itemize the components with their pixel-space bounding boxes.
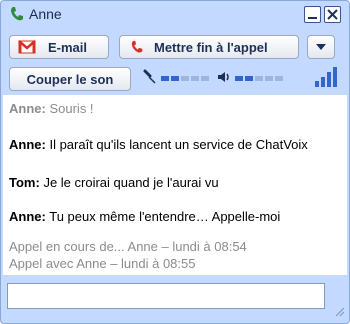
end-call-button-label: Mettre fin à l'appel [154,40,268,55]
call-toolbar: E-mail Mettre fin à l'appel Couper le so… [1,31,349,93]
level-segment [235,76,243,81]
minimize-icon [308,17,317,19]
level-segment [275,76,283,81]
title-bar[interactable]: Anne [1,1,349,29]
message-text: Souris ! [49,101,94,116]
email-button[interactable]: E-mail [9,35,109,59]
level-segment [191,76,199,81]
level-segment [201,76,209,81]
minimize-button[interactable] [304,6,321,23]
message-text: Il paraît qu'ils lancent un service de C… [49,137,308,152]
message-sender: Anne: [9,101,46,116]
signal-icon [315,67,337,87]
chat-message: Anne: Souris ! [9,101,94,116]
chat-window: Anne E-mail Mettre fin à l'appel Couper … [0,0,350,324]
message-compose-area [3,275,347,321]
call-status-line: Appel avec Anne – lundi à 08:55 [9,256,196,271]
message-text: Tu peux même l'entendre… Appelle-moi [49,209,281,224]
resize-grip-icon[interactable] [333,305,345,317]
call-status-line: Appel en cours de... Anne – lundi à 08:5… [9,239,247,254]
message-input[interactable] [7,283,325,309]
speaker-icon [218,72,229,82]
message-sender: Anne: [9,209,46,224]
chat-message: Anne: Tu peux même l'entendre… Appelle-m… [9,209,280,224]
level-segment [265,76,273,81]
gmail-icon [18,40,36,54]
chat-message: Tom: Je le croirai quand je l'aurai vu [9,175,219,190]
message-text: Je le croirai quand je l'aurai vu [43,175,219,190]
microphone-icon [143,69,156,84]
close-button[interactable] [324,6,341,23]
chat-message: Anne: Il paraît qu'ils lancent un servic… [9,137,308,152]
chevron-down-icon [316,44,326,50]
more-options-button[interactable] [307,35,335,59]
end-call-icon [131,40,143,53]
email-button-label: E-mail [48,40,88,55]
close-icon [327,9,338,20]
mute-button[interactable]: Couper le son [9,67,131,91]
end-call-button[interactable]: Mettre fin à l'appel [119,35,299,59]
mute-button-label: Couper le son [26,71,114,87]
level-segment [181,76,189,81]
chat-transcript: Anne: Souris ! Anne: Il paraît qu'ils la… [3,95,347,275]
message-sender: Tom: [9,175,40,190]
level-segment [161,76,169,81]
window-title: Anne [29,6,62,22]
message-sender: Anne: [9,137,46,152]
level-segment [171,76,179,81]
level-segment [255,76,263,81]
phone-icon [11,7,23,21]
level-segment [245,76,253,81]
